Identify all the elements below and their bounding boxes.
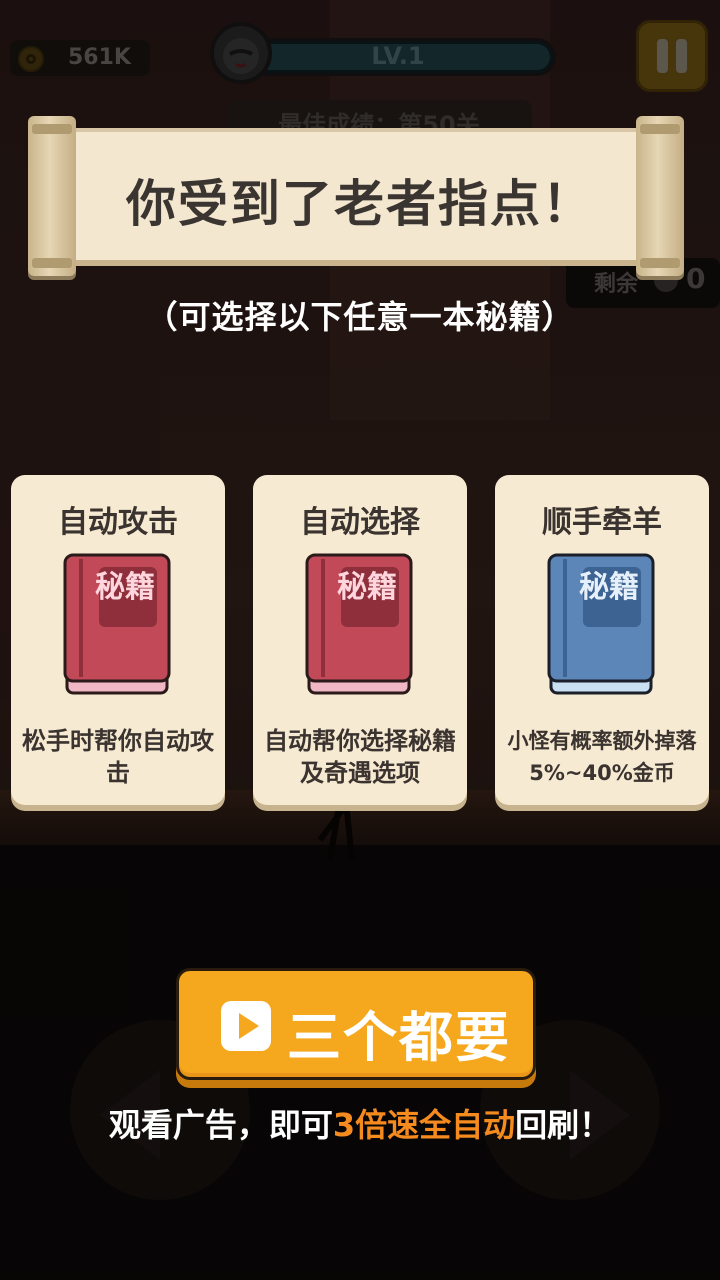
ad-hint-prefix: 观看广告，即可 [108, 1106, 333, 1144]
take-all-button[interactable]: 三个都要 [176, 968, 536, 1080]
secret-book-red-icon: 秘籍 [305, 553, 413, 695]
video-play-icon [221, 1001, 271, 1051]
card-description: 自动帮你选择秘籍及奇遇选项 [264, 727, 456, 787]
card-title: 自动选择 [300, 505, 420, 540]
secret-book-blue-icon: 秘籍 [547, 553, 655, 695]
card-title: 自动攻击 [58, 505, 178, 540]
card-auto-select[interactable]: 自动选择 秘籍 自动帮你选择秘籍及奇遇选项 [253, 475, 467, 805]
ad-hint-highlight: 3倍速全自动 [332, 1106, 516, 1144]
card-title: 顺手牵羊 [542, 505, 662, 540]
card-description: 松手时帮你自动攻击 [22, 727, 214, 787]
book-title: 秘籍 [579, 570, 639, 605]
card-auto-attack[interactable]: 自动攻击 秘籍 松手时帮你自动攻击 [11, 475, 225, 805]
modal-subtitle: （可选择以下任意一本秘籍） [145, 298, 575, 336]
ad-hint-suffix: 回刷！ [515, 1106, 612, 1144]
take-all-label: 三个都要 [287, 1006, 511, 1069]
card-pickpocket[interactable]: 顺手牵羊 秘籍 小怪有概率额外掉落5%~40%金币 [495, 475, 709, 805]
card-description: 小怪有概率额外掉落5%~40%金币 [507, 729, 697, 785]
book-title: 秘籍 [337, 570, 397, 605]
modal-title: 你受到了老者指点！ [126, 175, 594, 233]
ad-hint: 观看广告，即可3倍速全自动回刷！ [0, 1100, 720, 1146]
book-title: 秘籍 [95, 570, 155, 605]
scroll-rod-left [28, 116, 76, 276]
secret-book-red-icon: 秘籍 [63, 553, 171, 695]
